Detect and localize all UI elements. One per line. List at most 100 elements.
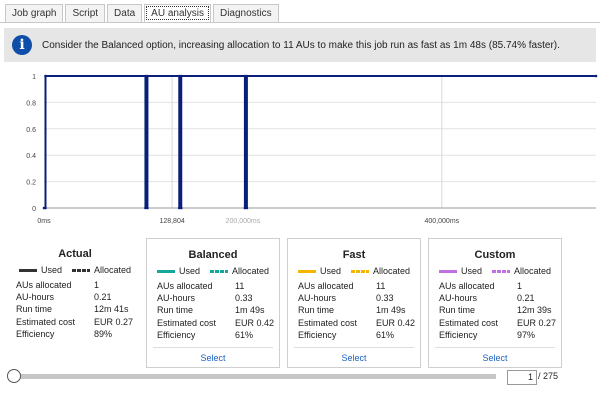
data-point — [179, 206, 183, 210]
y-tick-label: 0 — [32, 206, 36, 213]
stat-row: AUs allocated 1 — [429, 280, 561, 292]
legend-used: Used — [297, 266, 341, 276]
stat-value: 11 — [376, 281, 386, 291]
custom-card: Custom Used Allocated AUs allocated 1 AU-… — [428, 238, 562, 368]
stat-row: Run time 12m 41s — [6, 303, 144, 315]
stat-value: 1m 49s — [235, 305, 265, 316]
stat-label: Efficiency — [439, 329, 478, 340]
stat-label: AUs allocated — [298, 281, 354, 291]
data-point — [44, 206, 47, 210]
card-title: Fast — [342, 249, 366, 261]
recommendation-banner: i Consider the Balanced option, increasi… — [4, 28, 596, 62]
stat-label: Estimated cost — [439, 317, 499, 328]
data-point — [44, 74, 47, 78]
legend-allocated-label: Allocated — [513, 266, 552, 276]
used-swatch — [156, 269, 175, 273]
data-point — [594, 74, 598, 78]
data-point — [245, 206, 249, 210]
tab-script[interactable]: Script — [65, 4, 106, 22]
legend-used-label: Used — [40, 265, 62, 275]
stat-row: AU-hours 0.33 — [147, 292, 279, 304]
stat-row: Estimated cost EUR 0.27 — [6, 316, 144, 328]
legend-used: Used — [156, 266, 200, 276]
x-tick-label: 0ms — [37, 218, 51, 225]
stat-label: AUs allocated — [439, 281, 495, 291]
card-title: Balanced — [188, 249, 238, 261]
stats-list: AUs allocated 11 AU-hours 0.33 Run time 1m … — [288, 280, 420, 341]
legend-allocated-label: Allocated — [93, 265, 132, 275]
stat-value: 89% — [94, 328, 113, 339]
used-swatch — [438, 269, 457, 273]
y-tick-label: 0.6 — [26, 127, 36, 134]
data-point — [146, 206, 149, 210]
legend-allocated: Allocated — [491, 266, 552, 276]
y-tick-label: 0.2 — [26, 180, 36, 187]
allocated-swatch — [71, 268, 90, 272]
stat-label: Estimated cost — [298, 317, 358, 328]
stat-label: Efficiency — [298, 329, 337, 340]
y-tick-label: 0.8 — [26, 100, 36, 107]
page-number-input[interactable]: 1 — [507, 370, 537, 385]
stat-label: Run time — [16, 304, 53, 315]
stat-label: Efficiency — [157, 329, 196, 340]
tab-divider — [0, 22, 600, 23]
stat-label: Run time — [298, 305, 335, 316]
stat-row: Run time 1m 49s — [288, 304, 420, 316]
legend-used: Used — [18, 265, 62, 275]
stat-label: AUs allocated — [157, 281, 213, 291]
legend-allocated: Allocated — [71, 265, 132, 275]
timeline-slider-track[interactable] — [12, 374, 496, 379]
allocated-swatch — [491, 269, 510, 273]
stat-row: AUs allocated 1 — [6, 279, 144, 291]
info-icon: i — [12, 35, 32, 55]
y-tick-label: 1 — [32, 74, 36, 81]
stat-value: 1m 49s — [376, 305, 406, 316]
stat-value: 0.21 — [94, 292, 112, 303]
tab-data[interactable]: Data — [107, 4, 143, 22]
used-swatch — [297, 269, 316, 273]
y-tick-label: 0.4 — [26, 153, 36, 160]
stat-label: Run time — [157, 305, 194, 316]
data-point — [146, 74, 149, 78]
stat-label: AU-hours — [298, 293, 337, 304]
stat-row: Run time 12m 39s — [429, 304, 561, 316]
fast-card: Fast Used Allocated AUs allocated 11 AU-h… — [287, 238, 421, 368]
select-balanced-link[interactable]: Select — [147, 353, 279, 363]
data-point — [245, 74, 249, 78]
legend-allocated-label: Allocated — [372, 266, 411, 276]
au-usage-chart: 1 0.8 0.6 0.4 0.2 00ms 128,804 200,000ms 400,000… — [26, 74, 598, 225]
tab-job-graph[interactable]: Job graph — [5, 4, 64, 22]
select-fast-link[interactable]: Select — [288, 353, 420, 363]
stat-value: EUR 0.42 — [376, 317, 416, 328]
stat-value: 0.33 — [235, 293, 253, 304]
allocated-swatch — [209, 269, 228, 273]
allocated-swatch — [350, 269, 369, 273]
stat-value: EUR 0.27 — [517, 317, 557, 328]
stat-value: 1 — [94, 280, 100, 290]
stat-label: AUs allocated — [16, 280, 72, 290]
stat-label: Estimated cost — [16, 316, 76, 327]
stat-value: 1 — [517, 281, 523, 291]
page-total: / 275 — [538, 371, 559, 381]
tab-diagnostics[interactable]: Diagnostics — [212, 4, 279, 22]
stat-label: AU-hours — [157, 293, 196, 304]
balanced-card: Balanced Used Allocated AUs allocated 11 … — [146, 238, 280, 368]
select-custom-link[interactable]: Select — [429, 353, 561, 363]
legend-allocated: Allocated — [209, 266, 269, 276]
stat-row: Run time 1m 49s — [147, 304, 279, 316]
stat-row: AU-hours 0.33 — [288, 292, 420, 304]
stat-value: 12m 41s — [94, 304, 129, 315]
legend-used-label: Used — [460, 266, 482, 276]
card-divider — [435, 347, 555, 348]
card-legend: Used Allocated — [288, 266, 420, 276]
stat-value: 61% — [235, 329, 254, 340]
tab-au-analysis[interactable]: AU analysis — [144, 4, 211, 22]
card-legend: Used Allocated — [429, 266, 561, 276]
stat-value: 61% — [376, 329, 395, 340]
legend-used-label: Used — [178, 266, 200, 276]
timeline-slider-thumb[interactable] — [7, 369, 21, 383]
stat-value: EUR 0.27 — [94, 316, 134, 327]
card-legend: Used Allocated — [147, 266, 279, 276]
card-title: Actual — [58, 248, 92, 260]
used-swatch — [18, 268, 37, 272]
